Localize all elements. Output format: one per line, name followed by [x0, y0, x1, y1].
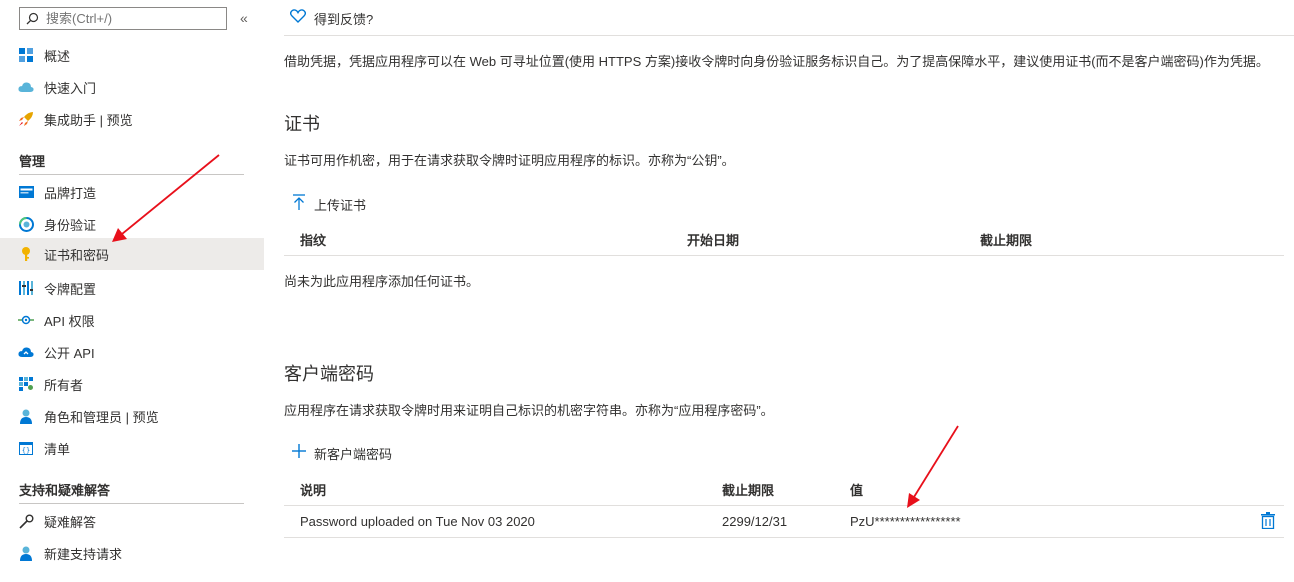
secret-description-cell: Password uploaded on Tue Nov 03 2020 [300, 514, 535, 529]
search-input[interactable] [44, 10, 218, 27]
upload-certificate-label: 上传证书 [314, 198, 367, 213]
sidebar-item-roles-admins[interactable]: 角色和管理员 | 预览 [0, 400, 264, 432]
trash-icon [1261, 512, 1275, 530]
sidebar-item-api-permissions[interactable]: API 权限 [0, 304, 264, 336]
manifest-icon: {} [18, 440, 34, 456]
new-client-secret-button[interactable]: 新客户端密码 [292, 444, 392, 463]
heart-icon [289, 9, 307, 28]
sidebar-item-integration-assistant[interactable]: 集成助手 | 预览 [0, 103, 264, 135]
sidebar-item-token-configuration[interactable]: 令牌配置 [0, 272, 264, 304]
column-header-start-date[interactable]: 开始日期 [687, 230, 739, 249]
owners-grid-icon [18, 376, 34, 392]
sidebar-item-overview[interactable]: 概述 [0, 39, 264, 71]
roles-admin-icon [18, 408, 34, 424]
main-content: 得到反馈? 借助凭据，凭据应用程序可以在 Web 可寻址位置(使用 HTTPS … [264, 0, 1294, 582]
feedback-button[interactable]: 得到反馈? [289, 9, 374, 28]
sidebar-item-label: 品牌打造 [44, 185, 97, 201]
overview-grid-icon [18, 47, 34, 63]
svg-text:{}: {} [22, 446, 30, 454]
column-header-expires[interactable]: 截止期限 [722, 480, 774, 499]
sidebar-item-troubleshooting[interactable]: 疑难解答 [0, 505, 264, 537]
section-divider [19, 174, 244, 175]
sidebar: « 概述 快速入门 集成助手 | 预览 管理 品牌打造 身份验证 [0, 0, 264, 582]
delete-secret-button[interactable] [1261, 512, 1277, 530]
client-secrets-description: 应用程序在请求获取令牌时用来证明自己标识的机密字符串。亦称为“应用程序密码”。 [284, 403, 774, 418]
upload-arrow-icon [292, 194, 306, 215]
secret-expires-cell: 2299/12/31 [722, 514, 788, 529]
sidebar-item-authentication[interactable]: 身份验证 [0, 208, 264, 240]
column-header-thumbprint[interactable]: 指纹 [300, 230, 326, 249]
wrench-icon [18, 513, 34, 529]
column-header-expires[interactable]: 截止期限 [980, 230, 1032, 249]
section-divider [19, 503, 244, 504]
cloud-api-icon [18, 344, 34, 360]
sidebar-item-label: 概述 [44, 48, 71, 64]
sidebar-item-label: 身份验证 [44, 217, 97, 233]
authentication-icon [18, 216, 34, 232]
sidebar-item-manifest[interactable]: {} 清单 [0, 432, 264, 464]
sidebar-item-label: 快速入门 [44, 80, 97, 96]
sidebar-item-quickstart[interactable]: 快速入门 [0, 71, 264, 103]
feedback-label: 得到反馈? [314, 12, 374, 27]
support-person-icon [18, 545, 34, 561]
credentials-intro: 借助凭据，凭据应用程序可以在 Web 可寻址位置(使用 HTTPS 方案)接收令… [284, 54, 1269, 69]
table-divider [284, 537, 1284, 538]
collapse-sidebar-button[interactable]: « [240, 10, 248, 26]
sidebar-item-new-support-request[interactable]: 新建支持请求 [0, 537, 264, 569]
sidebar-item-expose-api[interactable]: 公开 API [0, 336, 264, 368]
upload-certificate-button[interactable]: 上传证书 [292, 194, 366, 215]
rocket-icon [18, 111, 34, 127]
token-bars-icon [18, 280, 34, 296]
sidebar-item-label: 清单 [44, 441, 71, 457]
sidebar-item-certificates-secrets[interactable]: 证书和密码 [0, 238, 264, 270]
column-header-value[interactable]: 值 [850, 480, 863, 499]
sidebar-item-branding[interactable]: 品牌打造 [0, 176, 264, 208]
sidebar-item-label: 证书和密码 [44, 247, 110, 263]
column-header-description[interactable]: 说明 [300, 480, 326, 499]
table-divider [284, 255, 1284, 256]
certificates-description: 证书可用作机密，用于在请求获取令牌时证明应用程序的标识。亦称为“公钥”。 [284, 153, 735, 168]
certificates-title: 证书 [284, 114, 320, 134]
branding-icon [18, 184, 34, 200]
no-certificates-message: 尚未为此应用程序添加任何证书。 [284, 274, 480, 289]
new-client-secret-label: 新客户端密码 [314, 447, 393, 462]
plus-icon [292, 444, 306, 463]
section-header-manage: 管理 [19, 154, 46, 169]
sidebar-item-label: 角色和管理员 | 预览 [44, 409, 159, 425]
api-permissions-icon [18, 312, 34, 328]
section-header-support: 支持和疑难解答 [19, 483, 111, 498]
sidebar-item-label: 所有者 [44, 377, 84, 393]
sidebar-item-label: 公开 API [44, 345, 95, 361]
key-icon [18, 246, 34, 262]
sidebar-item-label: API 权限 [44, 313, 95, 329]
header-divider [284, 35, 1294, 36]
secret-value-cell: PzU***************** [850, 514, 961, 529]
sidebar-item-label: 集成助手 | 预览 [44, 112, 133, 128]
sidebar-item-owners[interactable]: 所有者 [0, 368, 264, 400]
cloud-quickstart-icon [18, 79, 34, 95]
sidebar-item-label: 新建支持请求 [44, 546, 123, 562]
table-divider [284, 505, 1284, 506]
search-box[interactable] [19, 7, 227, 30]
sidebar-item-label: 令牌配置 [44, 281, 97, 297]
search-icon [26, 12, 40, 26]
sidebar-item-label: 疑难解答 [44, 514, 97, 530]
client-secrets-title: 客户端密码 [284, 364, 374, 384]
